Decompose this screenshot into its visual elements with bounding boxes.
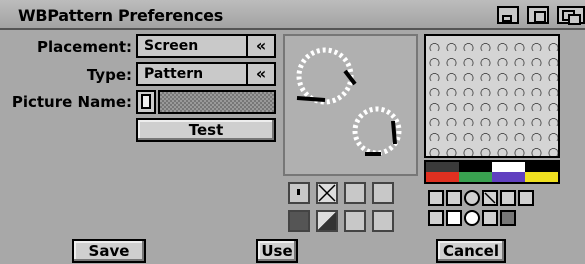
rectangle-tool-icon[interactable]	[446, 190, 462, 206]
file-icon	[141, 94, 151, 109]
color-palette[interactable]	[424, 160, 560, 184]
pattern-brush-tool-icon[interactable]	[500, 210, 516, 226]
test-button[interactable]: Test	[136, 118, 276, 142]
flip-icon[interactable]	[344, 210, 366, 232]
freehand-tool-icon[interactable]	[428, 210, 444, 226]
pattern-editor[interactable]	[424, 34, 560, 158]
use-label: Use	[261, 242, 293, 260]
placement-label: Placement:	[37, 38, 132, 56]
cycle-arrow-icon: «	[246, 36, 274, 56]
shift-left-icon[interactable]	[344, 182, 366, 204]
save-button[interactable]: Save	[72, 239, 146, 263]
use-button[interactable]: Use	[256, 239, 298, 263]
file-requester-button[interactable]	[136, 90, 156, 114]
shift-down-icon[interactable]	[372, 210, 394, 232]
shift-up-icon[interactable]	[288, 182, 310, 204]
invert-pattern-icon[interactable]	[316, 210, 338, 232]
fill-pattern-icon[interactable]	[288, 210, 310, 232]
shift-right-icon[interactable]	[372, 182, 394, 204]
window-title: WBPattern Preferences	[18, 6, 223, 25]
circle-tool-icon[interactable]	[464, 190, 480, 206]
type-value: Pattern	[144, 66, 204, 82]
picture-name-label: Picture Name:	[11, 93, 132, 111]
palette-swatch[interactable]	[492, 172, 525, 182]
iconify-gadget[interactable]	[497, 6, 519, 24]
save-label: Save	[88, 242, 130, 260]
zoom-gadget[interactable]	[527, 6, 549, 24]
test-label: Test	[188, 121, 224, 139]
type-label: Type:	[86, 66, 132, 84]
cancel-button[interactable]: Cancel	[436, 239, 506, 263]
line-tool-icon[interactable]	[482, 190, 498, 206]
picture-name-field[interactable]	[158, 90, 276, 114]
cancel-label: Cancel	[442, 242, 499, 260]
fill-tool-icon[interactable]	[482, 210, 498, 226]
copy-tool-icon[interactable]	[518, 190, 534, 206]
preferences-window: WBPattern Preferences Placement: Screen …	[0, 0, 585, 264]
undo-tool-icon[interactable]	[500, 190, 516, 206]
pointer-tool-icon[interactable]	[428, 190, 444, 206]
palette-swatch[interactable]	[459, 162, 492, 172]
placement-value: Screen	[144, 38, 199, 54]
palette-swatch[interactable]	[525, 172, 558, 182]
palette-swatch[interactable]	[525, 162, 558, 172]
depth-gadget[interactable]	[557, 6, 585, 25]
filled-rectangle-tool-icon[interactable]	[446, 210, 462, 226]
filled-circle-tool-icon[interactable]	[464, 210, 480, 226]
cycle-arrow-icon: «	[246, 64, 274, 84]
pattern-preview	[283, 34, 418, 176]
palette-swatch[interactable]	[459, 172, 492, 182]
placement-cycle[interactable]: Screen «	[136, 34, 276, 58]
palette-swatch[interactable]	[426, 172, 459, 182]
clear-pattern-icon[interactable]	[316, 182, 338, 204]
title-bar[interactable]: WBPattern Preferences	[0, 0, 585, 30]
palette-swatch[interactable]	[492, 162, 525, 172]
palette-swatch[interactable]	[426, 162, 459, 172]
preview-image	[296, 47, 402, 156]
type-cycle[interactable]: Pattern «	[136, 62, 276, 86]
